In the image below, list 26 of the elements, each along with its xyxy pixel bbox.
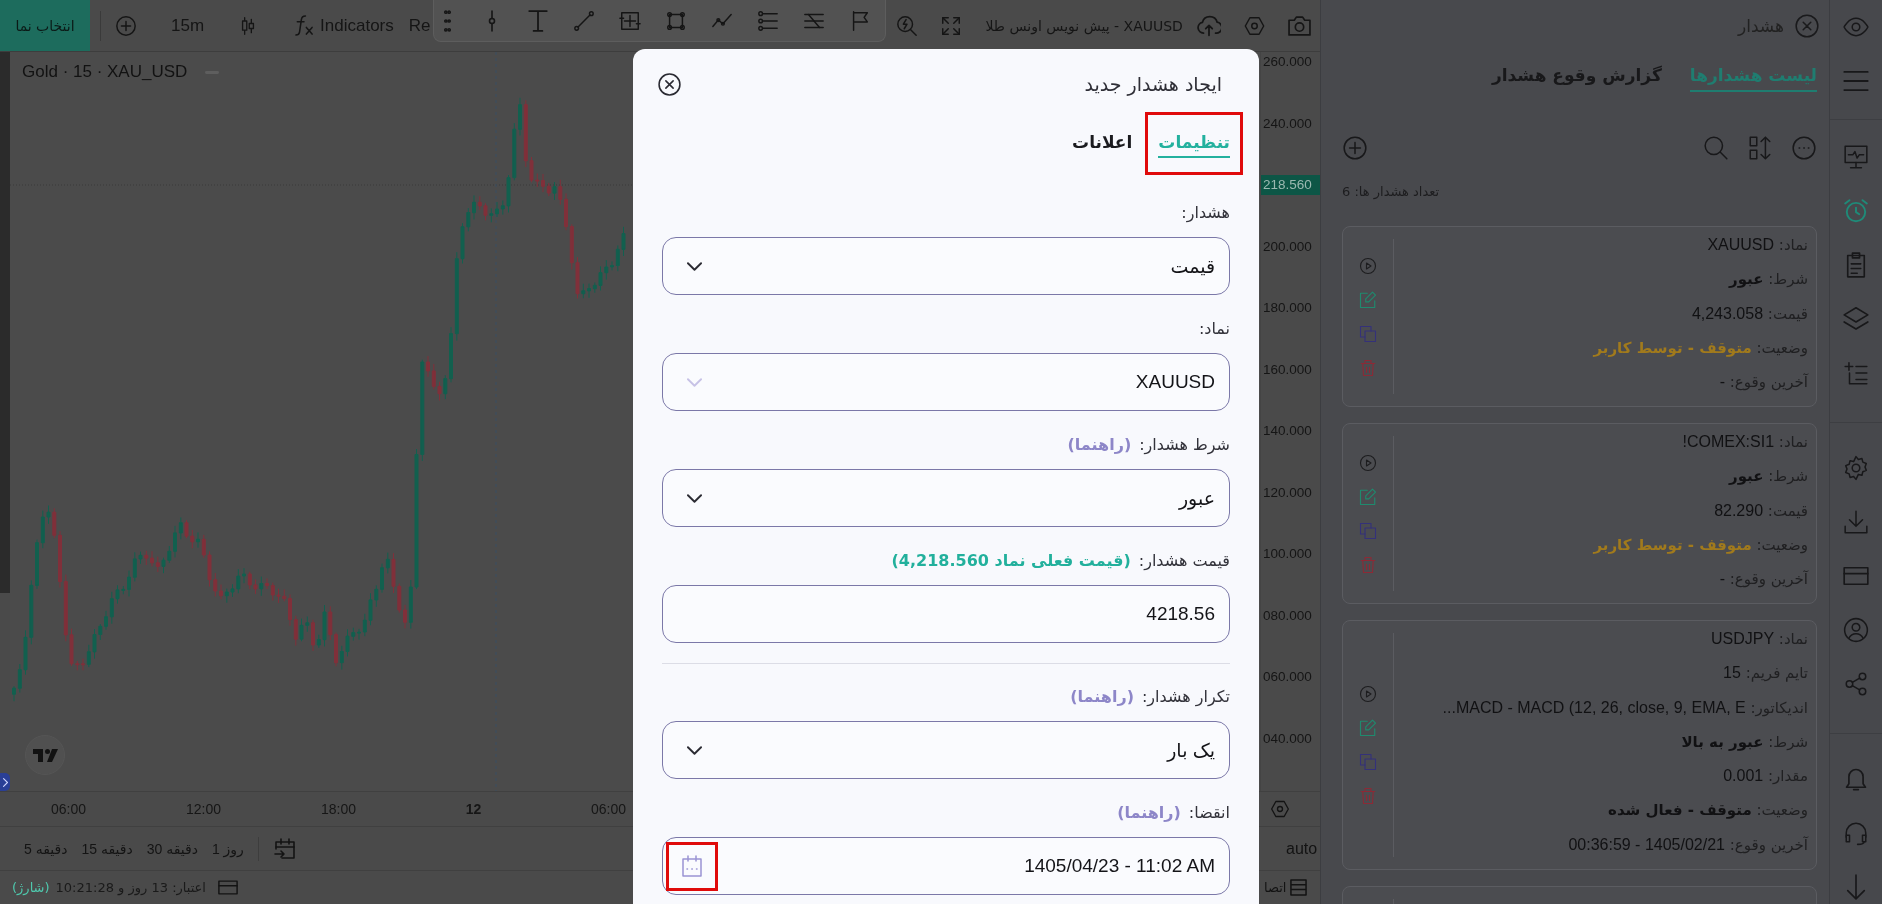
field-label: شرط هشدار: [1139, 434, 1230, 457]
field-label: هشدار: [1181, 202, 1230, 225]
detail-value: - [1719, 373, 1725, 391]
field-label: نماد: [1198, 318, 1230, 340]
detail-value: عبور [1729, 270, 1764, 289]
detail-value: عبور به بالا [1681, 732, 1764, 751]
symbol-legend: Gold · 15 · XAU_USD [22, 62, 188, 82]
detail-value: 4,243.058 [1691, 304, 1764, 322]
status-value: متوقف - توسط کاربر [1593, 535, 1752, 554]
detail-value: USDJPY [1710, 629, 1775, 647]
field-label: تکرار هشدار: [1141, 686, 1230, 709]
detail-value: MACD - MACD (12, 26, close, 9, EMA, E... [1442, 698, 1746, 716]
dialog-title: ایجاد هشدار جدید [1084, 72, 1222, 97]
detail-value: - [1719, 570, 1725, 588]
detail-value: XAUUSD [1707, 236, 1775, 253]
detail-value: 0.001 [1723, 767, 1764, 785]
last-price-tag: 218.560 [1261, 175, 1320, 195]
field-label: قیمت هشدار: [1138, 550, 1230, 573]
status-value: متوقف - توسط کاربر [1593, 338, 1752, 357]
detail-value: 1405/02/21 - 00:36:59 [1568, 835, 1725, 853]
detail-value: عبور [1729, 467, 1764, 486]
detail-value: 82.290 [1714, 501, 1764, 519]
detail-value: متوقف - فعال شده [1608, 801, 1752, 820]
detail-value: COMEX:SI1! [1682, 433, 1775, 450]
detail-value: 15 [1723, 664, 1741, 682]
field-label: انقضا: [1188, 802, 1230, 824]
